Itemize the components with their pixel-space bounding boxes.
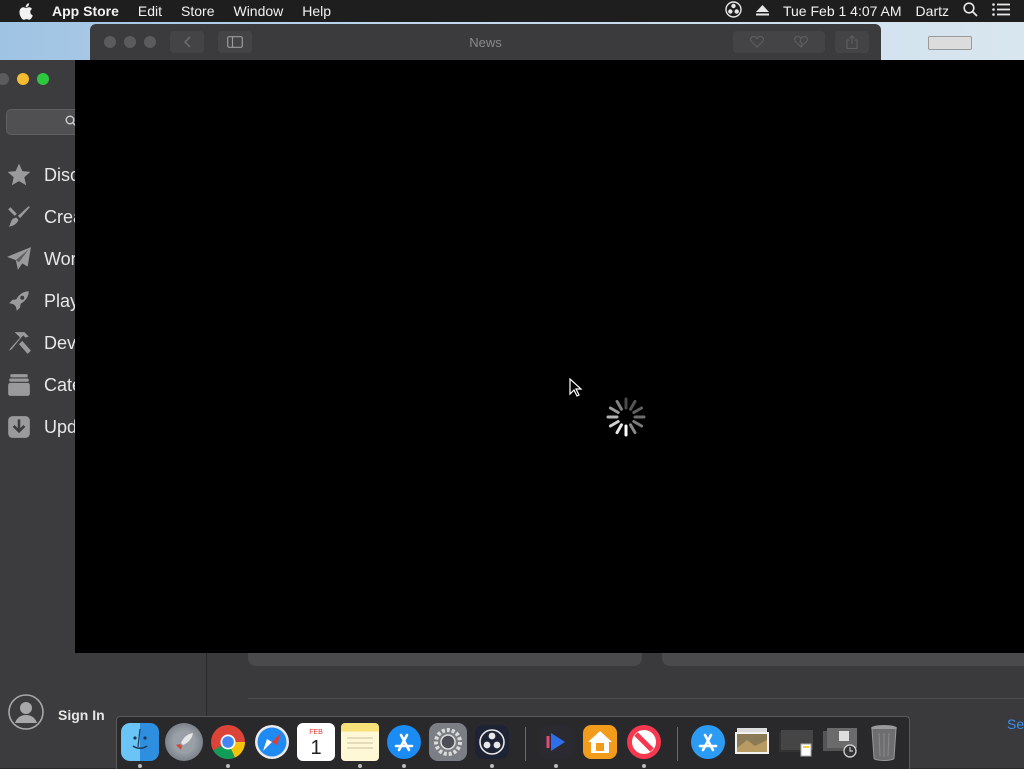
dock-separator [677, 727, 678, 761]
eject-icon[interactable] [755, 3, 769, 19]
rocket-icon [6, 288, 32, 314]
running-indicator [358, 764, 362, 768]
menu-window[interactable]: Window [233, 3, 283, 19]
sidebar-item-label: Disc [44, 164, 79, 185]
obs-status-icon[interactable] [725, 1, 742, 21]
dock-home-icon[interactable] [581, 723, 619, 761]
love-dislike-buttons[interactable] [733, 31, 825, 53]
share-button[interactable] [835, 31, 869, 53]
sidebar-item-label: Upd [44, 416, 78, 437]
paper-plane-icon [6, 246, 32, 272]
sidebar-item-label: Dev [44, 332, 77, 353]
broken-heart-icon [794, 36, 808, 48]
calendar-month: FEB [309, 728, 323, 736]
dock-launchpad-icon[interactable] [165, 723, 203, 761]
dock-chrome-icon[interactable] [209, 723, 247, 761]
apple-menu-icon[interactable] [18, 2, 36, 20]
sign-in-button[interactable]: Sign In [8, 694, 105, 735]
heart-icon [750, 36, 764, 48]
dock-news-icon[interactable] [625, 723, 663, 761]
external-drive-icon[interactable] [928, 36, 972, 50]
sidebar-item-label: Play [44, 290, 80, 311]
dock-documents-stack-icon[interactable] [777, 723, 815, 761]
menu-edit[interactable]: Edit [138, 3, 162, 19]
menu-user[interactable]: Dartz [916, 3, 949, 19]
minimize-button[interactable] [17, 73, 29, 85]
dock-trash-icon[interactable] [865, 723, 903, 761]
dock-safari-icon[interactable] [253, 723, 291, 761]
dock-finder-icon[interactable] [121, 723, 159, 761]
running-indicator [402, 764, 406, 768]
calendar-day: 1 [310, 736, 322, 759]
running-indicator [554, 764, 558, 768]
running-indicator [226, 764, 230, 768]
divider [248, 698, 1024, 699]
news-window-titlebar: News [90, 24, 881, 60]
dock: FEB 1 [116, 716, 910, 769]
download-icon [6, 414, 32, 440]
paintbrush-icon [6, 204, 32, 230]
dock-notes-icon[interactable] [341, 723, 379, 761]
sign-in-label: Sign In [58, 706, 105, 723]
menu-store[interactable]: Store [181, 3, 214, 19]
menu-clock[interactable]: Tue Feb 1 4:07 AM [783, 3, 902, 19]
mouse-cursor-icon [569, 378, 583, 397]
close-button[interactable] [0, 73, 9, 85]
dock-app-store-icon[interactable] [385, 723, 423, 761]
dock-screenshots-stack-icon[interactable] [821, 723, 859, 761]
dock-system-preferences-icon[interactable] [429, 723, 467, 761]
see-all-link[interactable]: Se [1007, 716, 1024, 732]
sidebar-item-label: Wor [44, 248, 77, 269]
dock-obs-icon[interactable] [473, 723, 511, 761]
spotlight-icon[interactable] [963, 2, 978, 20]
dock-infuse-icon[interactable] [537, 723, 575, 761]
star-icon [6, 162, 32, 188]
menu-app-name[interactable]: App Store [52, 3, 119, 19]
stack-icon [6, 372, 32, 398]
running-indicator [490, 764, 494, 768]
dock-photos-stack-icon[interactable] [733, 723, 771, 761]
share-icon [846, 35, 858, 49]
dock-separator [525, 727, 526, 761]
menu-help[interactable]: Help [302, 3, 331, 19]
notification-center-icon[interactable] [992, 3, 1010, 19]
loading-spinner-icon [606, 397, 646, 437]
dock-app-store-downloads-icon[interactable] [689, 723, 727, 761]
menu-bar: App Store Edit Store Window Help Tue Feb… [0, 0, 1024, 22]
running-indicator [642, 764, 646, 768]
zoom-button[interactable] [37, 73, 49, 85]
hammer-icon [6, 330, 32, 356]
dock-calendar-icon[interactable]: FEB 1 [297, 723, 335, 761]
running-indicator [138, 764, 142, 768]
news-content-area[interactable] [75, 60, 1024, 653]
window-controls [0, 73, 57, 85]
avatar-icon [8, 694, 44, 735]
